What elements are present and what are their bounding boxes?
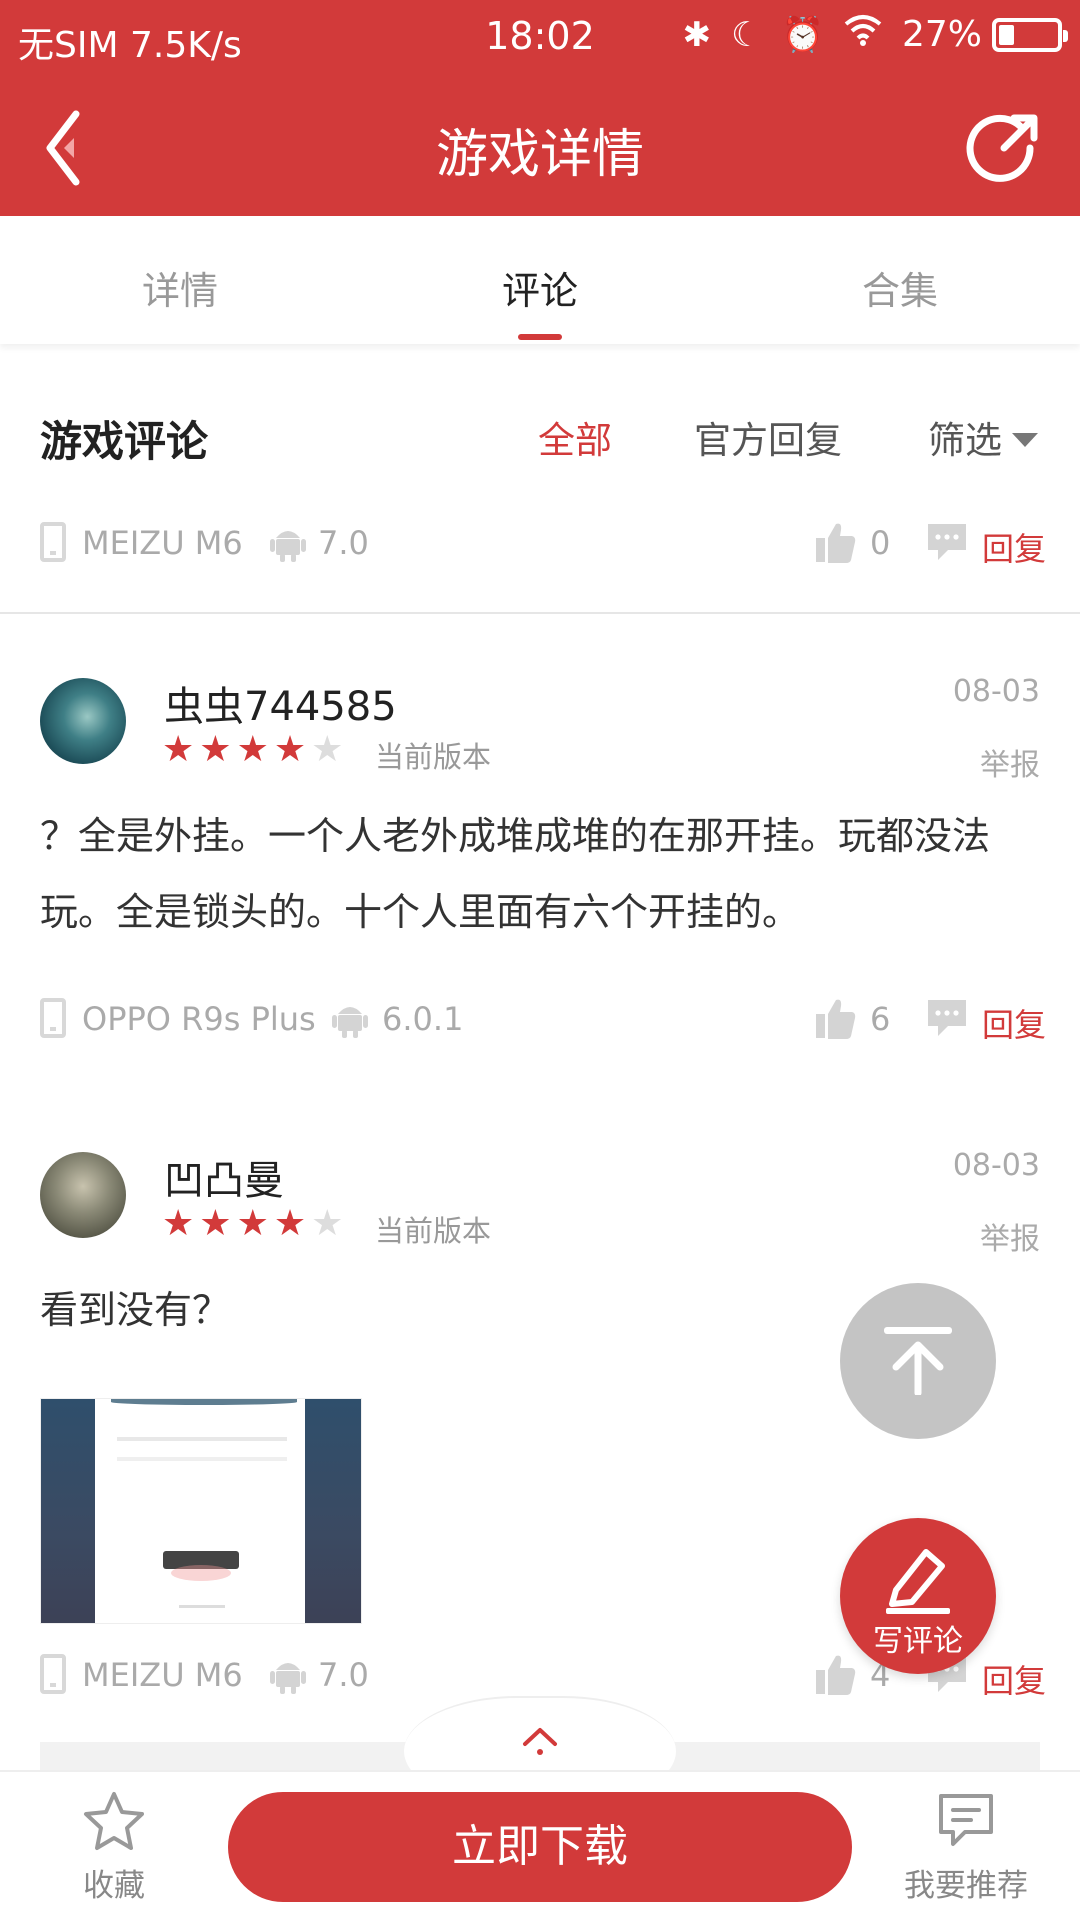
bluetooth-icon: ✱ xyxy=(682,14,712,55)
star-icon: ★ xyxy=(311,1203,344,1244)
android-icon xyxy=(270,1663,306,1694)
version-label: 当前版本 xyxy=(375,1214,492,1248)
image-detail xyxy=(111,1399,297,1405)
star-icon: ★ xyxy=(236,729,269,770)
star-icon: ★ xyxy=(311,729,344,770)
comment-text: ？全是外挂。一个人老外成堆成堆的在那开挂。玩都没法玩。全是锁头的。十个人里面有六… xyxy=(40,814,991,934)
status-icons: ✱ ☾ ⏰ 27% xyxy=(682,14,1068,55)
image-panel xyxy=(41,1399,95,1623)
star-rating: ★ ★ ★ ★ ★ xyxy=(162,1206,343,1242)
thumbs-up-icon[interactable] xyxy=(816,996,856,1040)
caret-down-icon xyxy=(1012,432,1038,447)
filter-dropdown[interactable]: 筛选 xyxy=(928,410,1038,464)
comment-date: 08-03 xyxy=(952,1148,1040,1183)
report-link[interactable]: 举报 xyxy=(980,740,1040,784)
write-comment-label: 写评论 xyxy=(873,1624,963,1659)
download-button[interactable]: 立即下载 xyxy=(228,1792,852,1902)
top-line xyxy=(884,1327,952,1334)
filter-all[interactable]: 全部 xyxy=(538,410,612,464)
os-version: 6.0.1 xyxy=(382,1000,464,1038)
arrow-up-icon xyxy=(892,1341,944,1395)
battery-indicator: 27% xyxy=(901,14,1068,55)
write-comment-button[interactable]: 写评论 xyxy=(840,1518,996,1674)
comment-date: 08-03 xyxy=(952,674,1040,709)
filter-official-reply[interactable]: 官方回复 xyxy=(694,410,842,464)
section-title: 游戏评论 xyxy=(40,417,209,466)
status-bar: 无SIM 7.5K/s 18:02 ✱ ☾ ⏰ 27% xyxy=(0,0,1080,78)
device-name: OPPO R9s Plus xyxy=(82,1000,316,1038)
like-count: 6 xyxy=(870,1000,891,1038)
pencil-icon xyxy=(886,1549,950,1614)
star-icon: ★ xyxy=(199,1203,232,1244)
star-icon xyxy=(84,1792,144,1850)
share-button[interactable] xyxy=(964,108,1044,188)
comment-bubble-icon[interactable] xyxy=(926,522,968,562)
image-detail xyxy=(171,1565,231,1581)
page-title: 游戏详情 xyxy=(435,125,644,185)
version-label: 当前版本 xyxy=(375,740,492,774)
favorite-label: 收藏 xyxy=(83,1868,145,1904)
reply-link[interactable]: 回复 xyxy=(982,524,1046,570)
tab-bar: 详情 评论 合集 xyxy=(0,216,1080,344)
os-version: 7.0 xyxy=(318,1656,369,1694)
favorite-button[interactable]: 收藏 xyxy=(76,1790,152,1905)
chevron-up-icon[interactable] xyxy=(519,1724,561,1758)
active-tab-indicator xyxy=(518,334,562,340)
reply-link[interactable]: 回复 xyxy=(982,1656,1046,1702)
image-detail xyxy=(117,1437,287,1441)
phone-icon xyxy=(40,998,66,1038)
battery-icon xyxy=(992,17,1068,52)
recommend-icon xyxy=(939,1794,993,1846)
bottom-action-bar: 收藏 立即下载 我要推荐 xyxy=(0,1770,1080,1920)
android-icon xyxy=(270,531,306,562)
star-icon: ★ xyxy=(273,1203,307,1244)
image-detail xyxy=(117,1457,287,1461)
star-icon: ★ xyxy=(199,729,232,770)
star-rating: ★ ★ ★ ★ ★ xyxy=(162,732,343,768)
star-icon: ★ xyxy=(162,729,195,770)
comment-username[interactable]: 凹凸曼 xyxy=(164,1148,284,1206)
battery-percent: 27% xyxy=(901,14,982,55)
divider xyxy=(0,612,1080,614)
comment-bubble-icon[interactable] xyxy=(926,998,968,1038)
share-icon xyxy=(966,114,1038,182)
device-name: MEIZU M6 xyxy=(82,524,243,562)
filter-label: 筛选 xyxy=(928,419,1002,462)
star-icon: ★ xyxy=(236,1203,269,1244)
image-panel xyxy=(305,1399,361,1623)
scroll-to-top-button[interactable] xyxy=(840,1283,996,1439)
comment-username[interactable]: 虫虫744585 xyxy=(164,674,397,732)
moon-icon: ☾ xyxy=(731,14,762,55)
battery-fill xyxy=(999,24,1015,45)
image-detail xyxy=(179,1605,225,1608)
comment-meta-row: OPPO R9s Plus 6.0.1 6 回复 xyxy=(0,996,1080,1046)
like-count: 0 xyxy=(870,524,891,562)
phone-icon xyxy=(40,1654,66,1694)
star-icon: ★ xyxy=(162,1203,195,1244)
title-bar: 游戏详情 xyxy=(0,78,1080,216)
avatar[interactable] xyxy=(40,1152,126,1238)
recommend-label: 我要推荐 xyxy=(904,1868,1028,1904)
tab-collections[interactable]: 合集 xyxy=(800,260,1000,315)
avatar[interactable] xyxy=(40,678,126,764)
alarm-icon: ⏰ xyxy=(781,14,824,55)
comment-meta-row: MEIZU M6 7.0 0 回复 xyxy=(0,520,1080,570)
report-link[interactable]: 举报 xyxy=(980,1214,1040,1258)
app-root: 无SIM 7.5K/s 18:02 ✱ ☾ ⏰ 27% 游戏详情 详情 评论 合… xyxy=(0,0,1080,1920)
tab-details[interactable]: 详情 xyxy=(80,260,280,315)
recommend-button[interactable]: 我要推荐 xyxy=(904,1790,1028,1905)
thumbs-up-icon[interactable] xyxy=(816,520,856,564)
star-icon: ★ xyxy=(273,729,307,770)
wifi-icon xyxy=(844,14,882,55)
phone-icon xyxy=(40,522,66,562)
device-name: MEIZU M6 xyxy=(82,1656,243,1694)
android-icon xyxy=(332,1007,368,1038)
os-version: 7.0 xyxy=(318,524,369,562)
tab-comments[interactable]: 评论 xyxy=(440,260,640,315)
reply-link[interactable]: 回复 xyxy=(982,1000,1046,1046)
comment-image[interactable] xyxy=(40,1398,362,1624)
